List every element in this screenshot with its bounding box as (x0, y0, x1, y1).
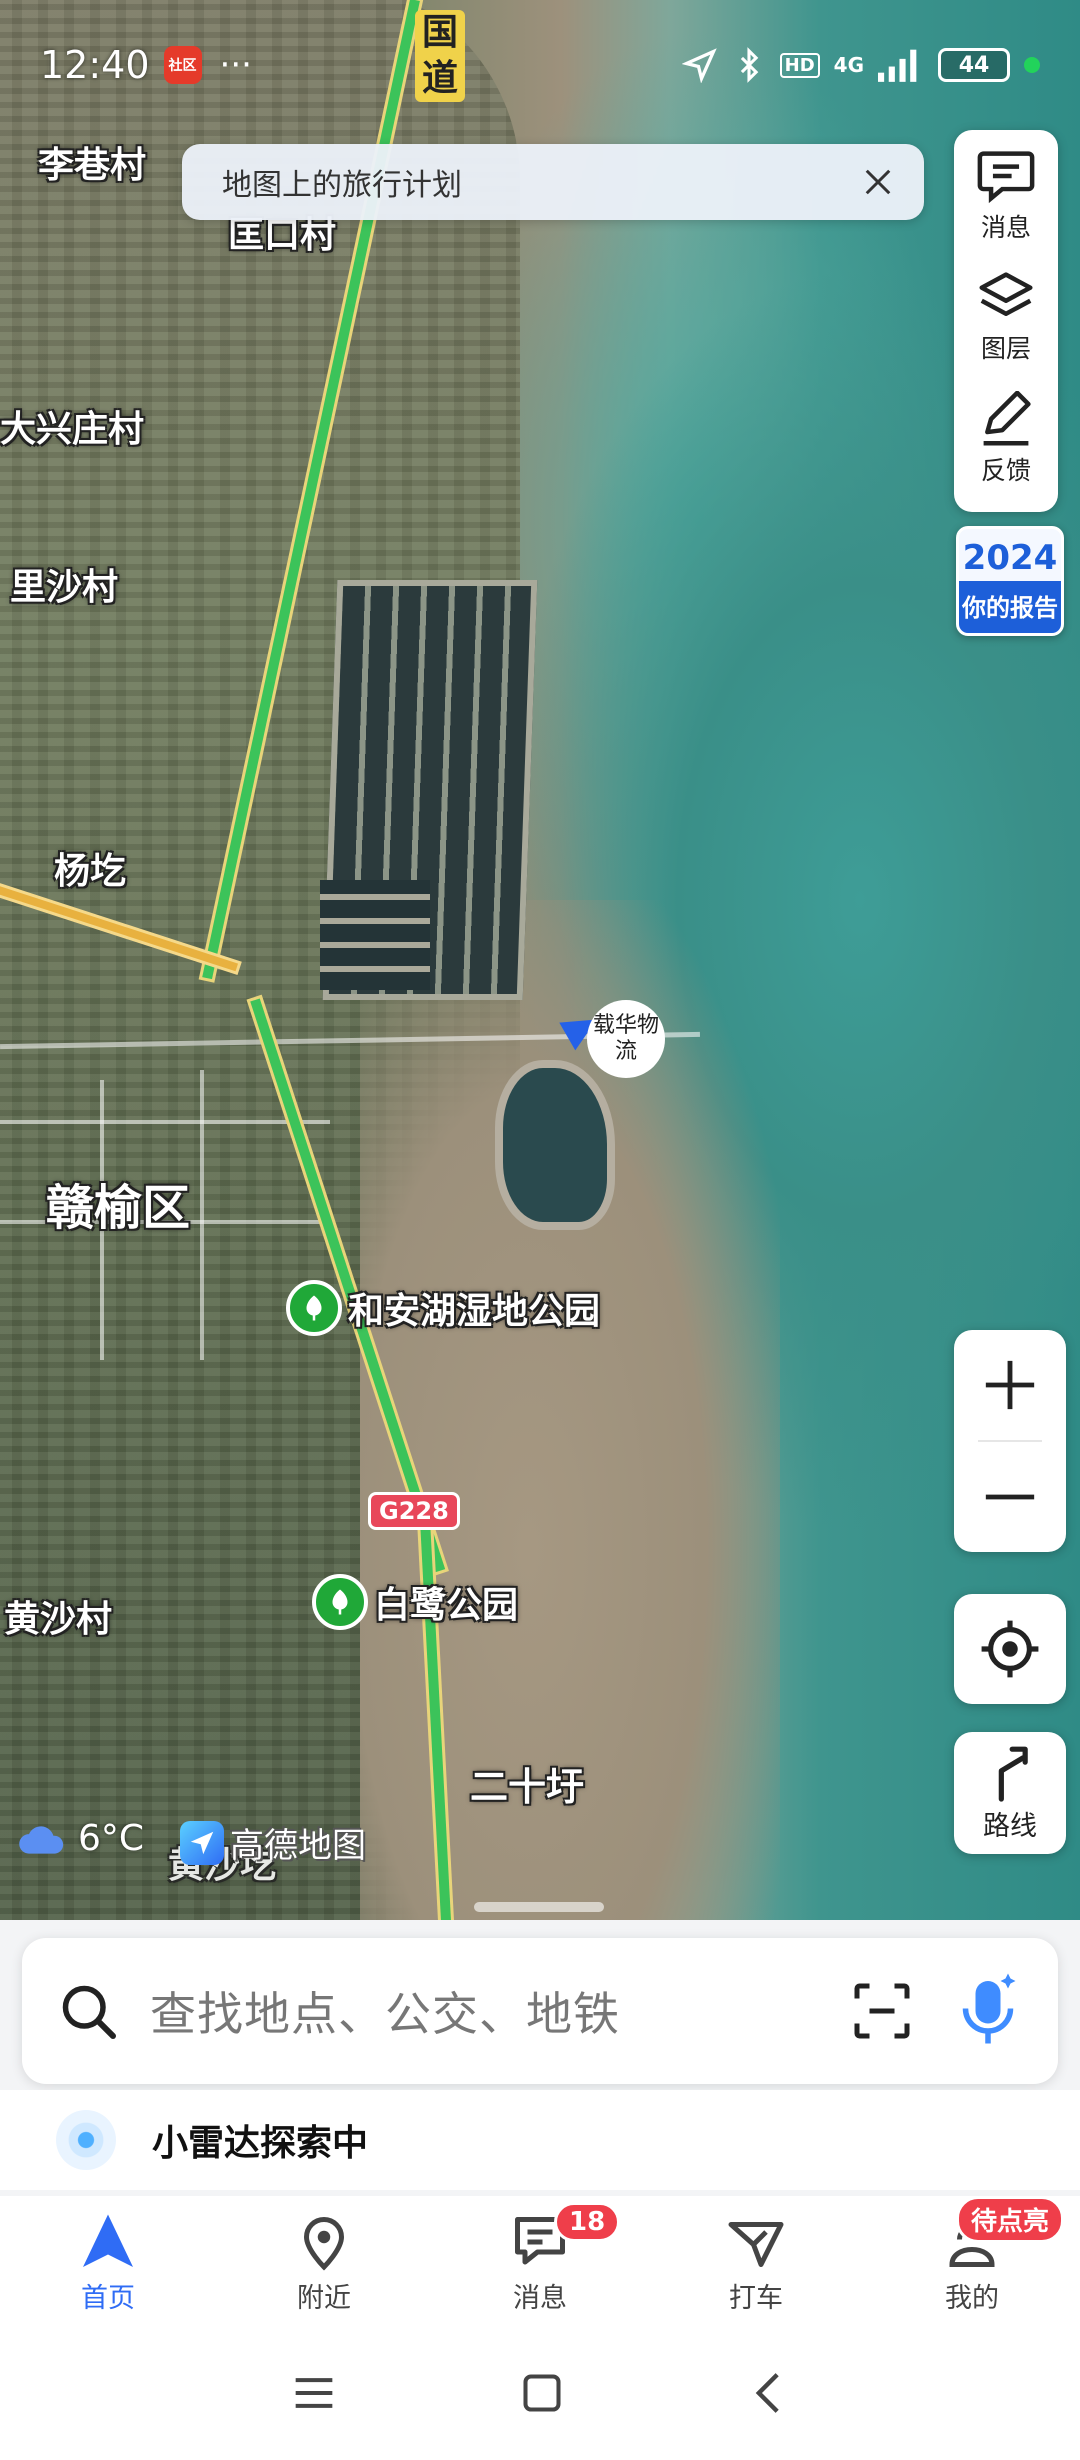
radar-text: 小雷达探索中 (152, 2123, 369, 2164)
location-icon (681, 48, 717, 83)
place-label[interactable]: 黄沙村 (4, 1590, 112, 1642)
search-bar[interactable]: 查找地点、公交、地铁 (22, 1938, 1058, 2084)
tab-nearby[interactable]: 附近 (216, 2196, 432, 2330)
pencil-icon (983, 390, 1031, 446)
location-avatar: 载华物流 (587, 1000, 665, 1078)
banner-text: 地图上的旅行计划 (222, 168, 462, 203)
zoom-control (954, 1330, 1066, 1552)
poi-wetland-park[interactable]: 和安湖湿地公园 (286, 1280, 600, 1336)
map-brand-logo: 高德地图 (180, 1818, 366, 1867)
clock: 12:40 (40, 43, 150, 87)
brand-name: 高德地图 (230, 1826, 366, 1866)
cloud-icon (19, 1825, 64, 1854)
tree-icon (286, 1280, 342, 1336)
zoom-in-button[interactable] (954, 1330, 1066, 1440)
signal-icon (878, 49, 917, 82)
minus-icon (985, 1494, 1035, 1500)
feedback-button[interactable]: 反馈 (975, 390, 1037, 512)
tree-icon (312, 1574, 368, 1630)
network-type: 4G (833, 53, 864, 77)
taxi-icon (728, 2221, 784, 2267)
plus-icon (985, 1360, 1035, 1410)
route-label: 路线 (983, 1810, 1037, 1842)
highway-shield: G228 (368, 1492, 460, 1530)
travel-plan-banner[interactable]: 地图上的旅行计划 (182, 144, 924, 220)
bluetooth-icon (740, 47, 758, 83)
report-label: 你的报告 (962, 594, 1058, 622)
scan-icon[interactable] (852, 1981, 912, 2041)
crosshair-icon (981, 1620, 1039, 1678)
tab-label: 消息 (513, 2282, 567, 2314)
local-road (0, 1120, 330, 1124)
tool-label: 图层 (980, 334, 1031, 364)
local-road (200, 1070, 204, 1360)
tool-label: 反馈 (980, 455, 1031, 485)
voice-mic-icon[interactable] (958, 1973, 1018, 2049)
tab-mine[interactable]: 我的 待点亮 (864, 2196, 1080, 2330)
place-label[interactable]: 李巷村 (38, 136, 146, 188)
menu-icon[interactable] (292, 2373, 336, 2417)
system-navigation-bar (0, 2330, 1080, 2460)
report-year: 2024 (962, 538, 1058, 578)
home-icon[interactable] (520, 2371, 564, 2419)
tab-label: 首页 (81, 2282, 135, 2314)
radar-explore-bar[interactable]: 小雷达探索中 (0, 2090, 1080, 2190)
tab-taxi[interactable]: 打车 (648, 2196, 864, 2330)
amap-screen: 国道 李巷村 匡口村 大兴庄村 里沙村 杨圪 赣榆区 黄沙村 二十圩 黄沙圪 和… (0, 0, 1080, 2460)
sheet-drag-handle[interactable] (474, 1902, 604, 1912)
tab-label: 打车 (729, 2282, 783, 2314)
layers-icon (979, 272, 1033, 317)
tab-messages[interactable]: 消息 18 (432, 2196, 648, 2330)
status-bar: 12:40 社区 ··· HD 4G 44 (0, 0, 1080, 130)
hd-icon: HD (779, 52, 820, 78)
status-badge: 待点亮 (956, 2196, 1065, 2243)
poi-egret-park[interactable]: 白鹭公园 (312, 1574, 518, 1630)
amap-logo-icon (180, 1820, 224, 1865)
home-arrow-icon (83, 2214, 133, 2267)
tab-label: 附近 (297, 2282, 351, 2314)
map-pin-icon (303, 2216, 345, 2271)
fish-ponds-small (320, 880, 430, 990)
app-notification-icon: 社区 (163, 46, 202, 84)
map-tools-panel: 消息 图层 反馈 (954, 130, 1058, 512)
tab-home[interactable]: 首页 (0, 2196, 216, 2330)
message-button[interactable]: 消息 (975, 148, 1037, 269)
unread-badge: 18 (554, 2202, 621, 2242)
temperature: 6°C (78, 1818, 145, 1859)
weather-widget[interactable]: 6°C (16, 1818, 144, 1859)
radar-icon (56, 2110, 116, 2170)
poi-label: 白鹭公园 (374, 1585, 519, 1626)
more-notifications: ··· (219, 45, 252, 85)
tab-label: 我的 (945, 2282, 999, 2314)
close-icon[interactable] (858, 162, 898, 202)
battery-icon: 44 (938, 48, 1010, 82)
place-label[interactable]: 二十圩 (470, 1756, 584, 1811)
annual-report-button[interactable]: 2024 你的报告 (956, 526, 1064, 636)
search-input[interactable]: 查找地点、公交、地铁 (150, 1978, 620, 2044)
route-button[interactable]: 路线 (954, 1732, 1066, 1854)
route-arrow-icon (998, 1746, 1028, 1802)
place-label[interactable]: 大兴庄村 (0, 400, 144, 452)
chat-icon (977, 151, 1035, 204)
poi-label: 和安湖湿地公园 (348, 1291, 601, 1332)
locate-me-button[interactable] (954, 1594, 1066, 1704)
back-icon[interactable] (748, 2371, 788, 2419)
satellite-map[interactable]: 国道 李巷村 匡口村 大兴庄村 里沙村 杨圪 赣榆区 黄沙村 二十圩 黄沙圪 和… (0, 0, 1080, 2200)
zoom-out-button[interactable] (954, 1442, 1066, 1552)
bottom-nav: 首页 附近 消息 18 打车 我的 待点亮 (0, 2196, 1080, 2330)
place-label[interactable]: 里沙村 (10, 558, 118, 610)
tool-label: 消息 (980, 213, 1031, 242)
district-label[interactable]: 赣榆区 (46, 1168, 190, 1238)
privacy-indicator (1024, 57, 1040, 73)
place-label[interactable]: 杨圪 (54, 842, 126, 894)
layers-button[interactable]: 图层 (975, 269, 1037, 390)
reservoir (495, 1060, 615, 1230)
current-location-marker[interactable]: 载华物流 (559, 1000, 665, 1080)
search-icon (62, 1985, 116, 2039)
